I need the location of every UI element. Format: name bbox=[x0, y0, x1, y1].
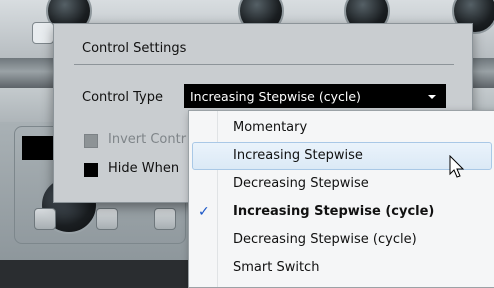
hide-when-checkbox[interactable] bbox=[84, 163, 98, 177]
invert-control-checkbox[interactable] bbox=[84, 134, 98, 148]
control-type-select[interactable]: Increasing Stepwise (cycle) bbox=[184, 84, 446, 108]
checkmark-icon: ✓ bbox=[198, 204, 210, 220]
device-button[interactable] bbox=[154, 208, 176, 230]
control-type-value: Increasing Stepwise (cycle) bbox=[190, 88, 361, 104]
dialog-title: Control Settings bbox=[82, 41, 187, 56]
control-type-dropdown-menu: Momentary Increasing Stepwise Decreasing… bbox=[188, 110, 494, 288]
menu-item-label: Increasing Stepwise bbox=[233, 148, 363, 163]
menu-item-increasing-stepwise[interactable]: Increasing Stepwise bbox=[192, 142, 492, 170]
control-type-label: Control Type bbox=[82, 90, 163, 105]
device-button[interactable] bbox=[96, 208, 118, 230]
device-button[interactable] bbox=[34, 208, 56, 230]
invert-control-label: Invert Contr bbox=[108, 132, 187, 147]
menu-item-label: Smart Switch bbox=[233, 260, 320, 275]
hide-when-label: Hide When bbox=[108, 161, 180, 176]
menu-item-label: Decreasing Stepwise (cycle) bbox=[233, 232, 417, 247]
menu-item-label: Momentary bbox=[233, 120, 308, 135]
dialog-divider bbox=[74, 64, 454, 65]
device-button[interactable] bbox=[32, 22, 54, 44]
menu-item-momentary[interactable]: Momentary bbox=[189, 114, 494, 142]
menu-item-label: Increasing Stepwise (cycle) bbox=[233, 204, 435, 219]
menu-item-decreasing-stepwise-cycle[interactable]: Decreasing Stepwise (cycle) bbox=[189, 226, 494, 254]
mouse-cursor-icon bbox=[449, 155, 465, 178]
chevron-down-icon bbox=[428, 95, 436, 99]
menu-item-smart-switch[interactable]: Smart Switch bbox=[189, 254, 494, 282]
menu-item-label: Decreasing Stepwise bbox=[233, 176, 369, 191]
menu-item-increasing-stepwise-cycle[interactable]: ✓ Increasing Stepwise (cycle) bbox=[189, 198, 494, 226]
